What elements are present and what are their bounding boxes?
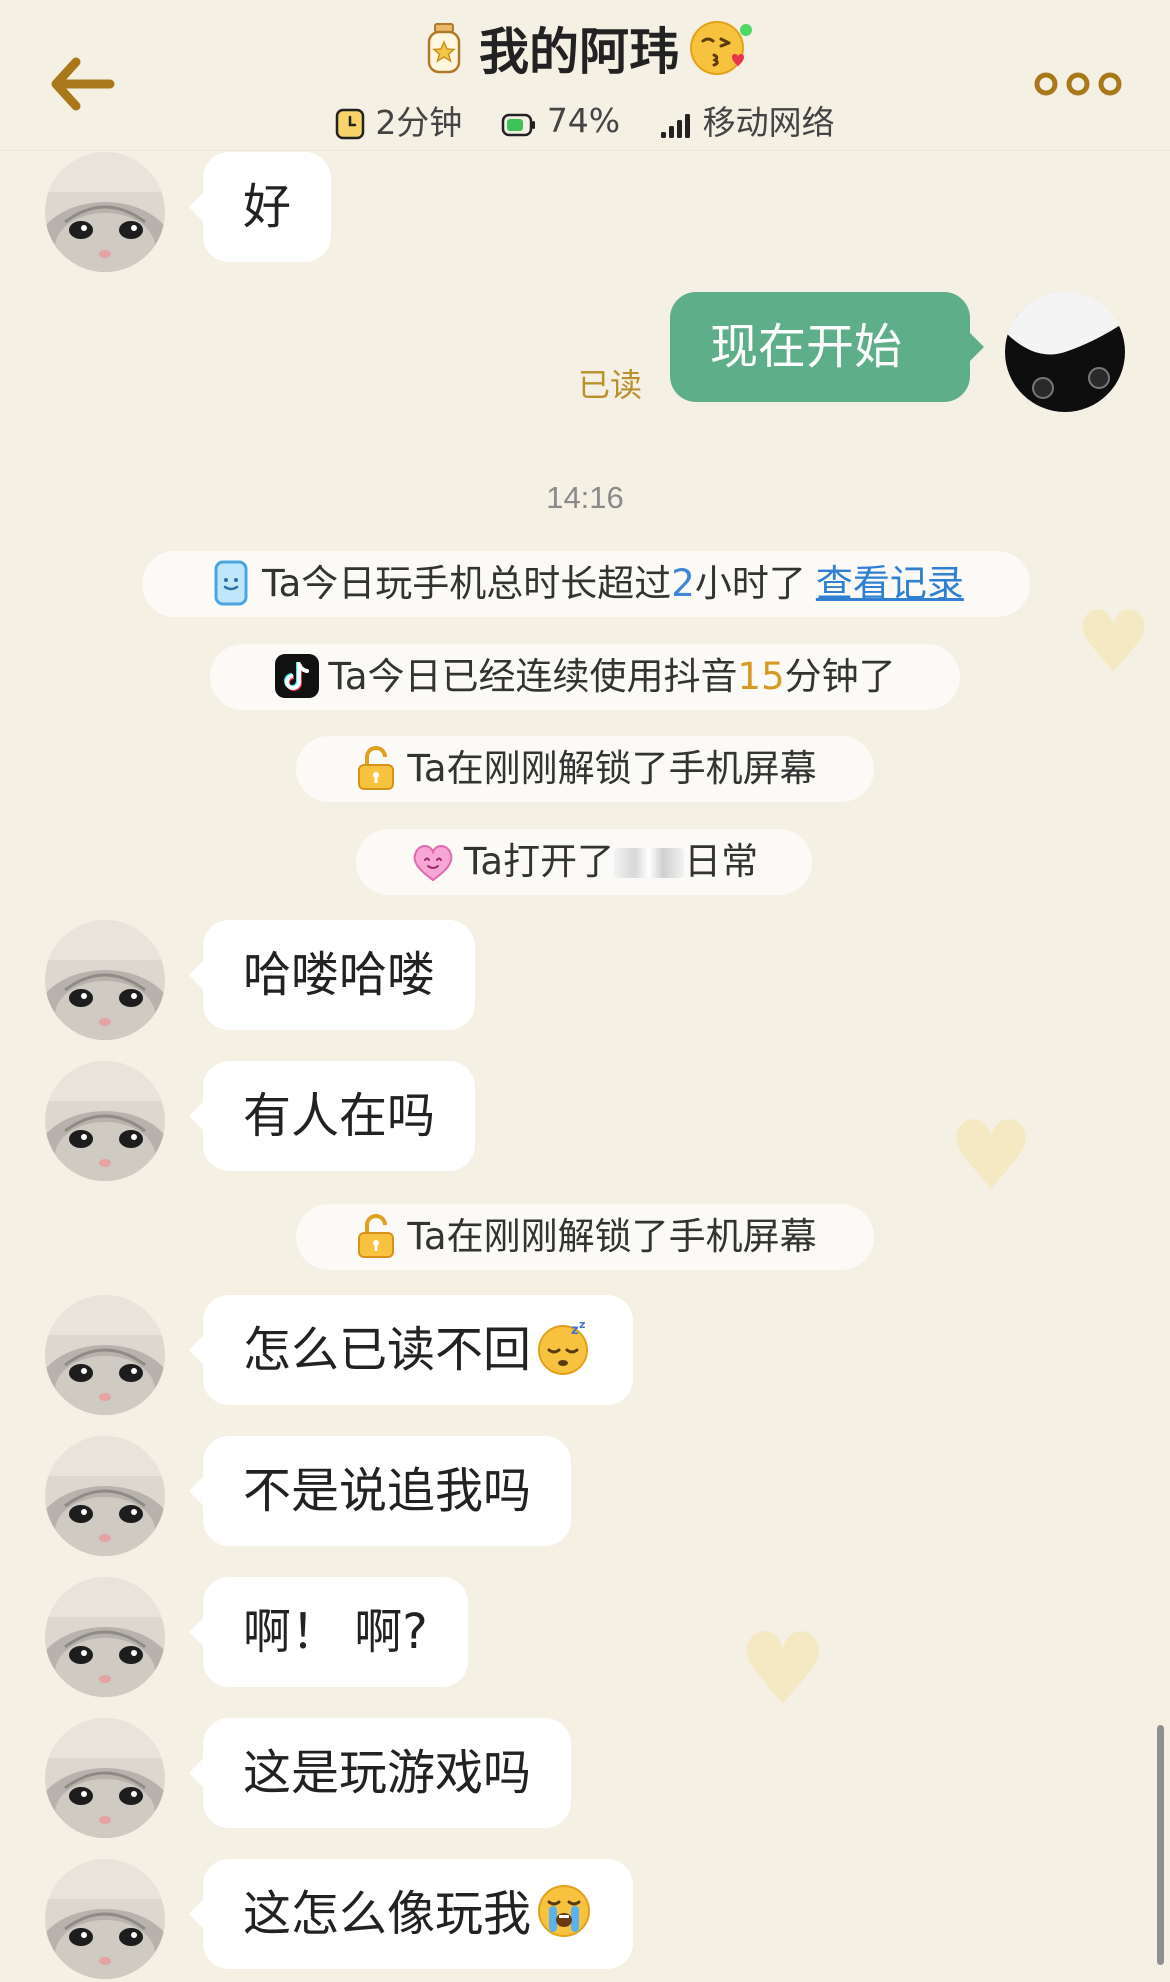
network-status: 移动网络	[659, 96, 835, 144]
heart-face-icon	[413, 845, 453, 882]
background-heart: ♥	[1075, 593, 1153, 693]
signal-icon	[660, 114, 690, 138]
background-heart: ♥	[948, 1100, 1035, 1212]
unlock-icon	[358, 1214, 395, 1258]
battery-label: 74%	[546, 100, 621, 140]
notice-phone-time-prefix: Ta今日玩手机总时长超过	[262, 562, 672, 605]
contact-avatar[interactable]	[45, 1859, 165, 1979]
chat-header: 我的阿玮 2分钟 74% 移动网络	[0, 0, 1170, 151]
notice-unlock-text: Ta在刚刚解锁了手机屏幕	[407, 1215, 817, 1258]
screen-time-status: 2分钟	[335, 96, 462, 144]
chat-title-row: 我的阿玮	[0, 12, 1170, 84]
message-text: 怎么已读不回	[243, 1322, 532, 1378]
online-status-dot	[740, 24, 752, 36]
svg-text:z: z	[579, 1318, 585, 1331]
sleeping-face-icon: z z	[538, 1318, 589, 1375]
notice-phone-time-value: 2	[671, 562, 695, 605]
view-record-link[interactable]: 查看记录	[816, 562, 964, 605]
incoming-message-bubble[interactable]: 哈喽哈喽	[188, 920, 476, 1030]
background-heart: ♥	[738, 1611, 828, 1728]
my-avatar[interactable]	[1005, 292, 1125, 412]
svg-text:z: z	[571, 1323, 579, 1338]
incoming-message-bubble[interactable]: 啊！ 啊?	[189, 1577, 468, 1687]
notice-unlock: Ta在刚刚解锁了手机屏幕	[296, 736, 874, 802]
contact-avatar[interactable]	[45, 1436, 165, 1556]
incoming-message-bubble[interactable]: 不是说追我吗	[188, 1436, 572, 1546]
incoming-message-bubble[interactable]: 这怎么像玩我	[188, 1859, 634, 1969]
status-bar: 2分钟 74% 移动网络	[0, 96, 1170, 144]
read-receipt: 已读	[578, 366, 643, 404]
notice-douyin-prefix: Ta今日已经连续使用抖音	[328, 655, 738, 698]
notice-unlock: Ta在刚刚解锁了手机屏幕	[296, 1204, 874, 1270]
kissing-face-icon	[690, 21, 745, 75]
network-label: 移动网络	[702, 103, 835, 142]
contact-avatar[interactable]	[45, 1577, 165, 1697]
scrollbar[interactable]	[1157, 1725, 1164, 1965]
notice-phone-time: Ta今日玩手机总时长超过2小时了 查看记录	[142, 551, 1030, 617]
battery-icon	[501, 113, 535, 136]
wish-jar-icon	[427, 23, 461, 74]
crying-face-icon	[538, 1885, 591, 1937]
notice-douyin: Ta今日已经连续使用抖音15分钟了	[210, 644, 960, 710]
message-text: 这怎么像玩我	[243, 1886, 532, 1942]
contact-avatar[interactable]	[45, 152, 165, 272]
notice-opened-app: Ta打开了 日常	[356, 829, 812, 895]
more-options-button[interactable]	[1032, 70, 1124, 98]
notice-phone-time-suffix: 小时了	[694, 562, 806, 605]
contact-avatar[interactable]	[45, 1061, 165, 1181]
notice-douyin-value: 15	[737, 655, 785, 698]
message-timestamp: 14:16	[546, 480, 624, 515]
contact-avatar[interactable]	[45, 920, 165, 1040]
contact-name: 我的阿玮	[479, 23, 679, 81]
unlock-icon	[358, 746, 395, 790]
more-dots-icon	[1034, 72, 1122, 96]
screen-time-label: 2分钟	[375, 103, 463, 142]
notice-douyin-suffix: 分钟了	[784, 655, 896, 698]
incoming-message-bubble[interactable]: 有人在吗	[188, 1061, 476, 1171]
contact-avatar[interactable]	[45, 1295, 165, 1415]
outgoing-message-bubble[interactable]: 现在开始	[670, 292, 984, 402]
incoming-message-bubble[interactable]: 怎么已读不回 z z	[188, 1295, 634, 1405]
notice-opened-app-prefix: Ta打开了	[463, 840, 615, 883]
battery-status: 74%	[501, 101, 620, 140]
phone-icon	[214, 560, 248, 606]
contact-avatar[interactable]	[45, 1718, 165, 1838]
notice-opened-app-suffix: 日常	[684, 840, 759, 883]
incoming-message-bubble[interactable]: 这是玩游戏吗	[188, 1718, 572, 1828]
blurred-app-name	[614, 848, 685, 878]
timer-icon	[336, 108, 365, 140]
douyin-icon	[275, 654, 320, 698]
incoming-message-bubble[interactable]: 好	[188, 152, 332, 262]
notice-unlock-text: Ta在刚刚解锁了手机屏幕	[407, 747, 817, 790]
